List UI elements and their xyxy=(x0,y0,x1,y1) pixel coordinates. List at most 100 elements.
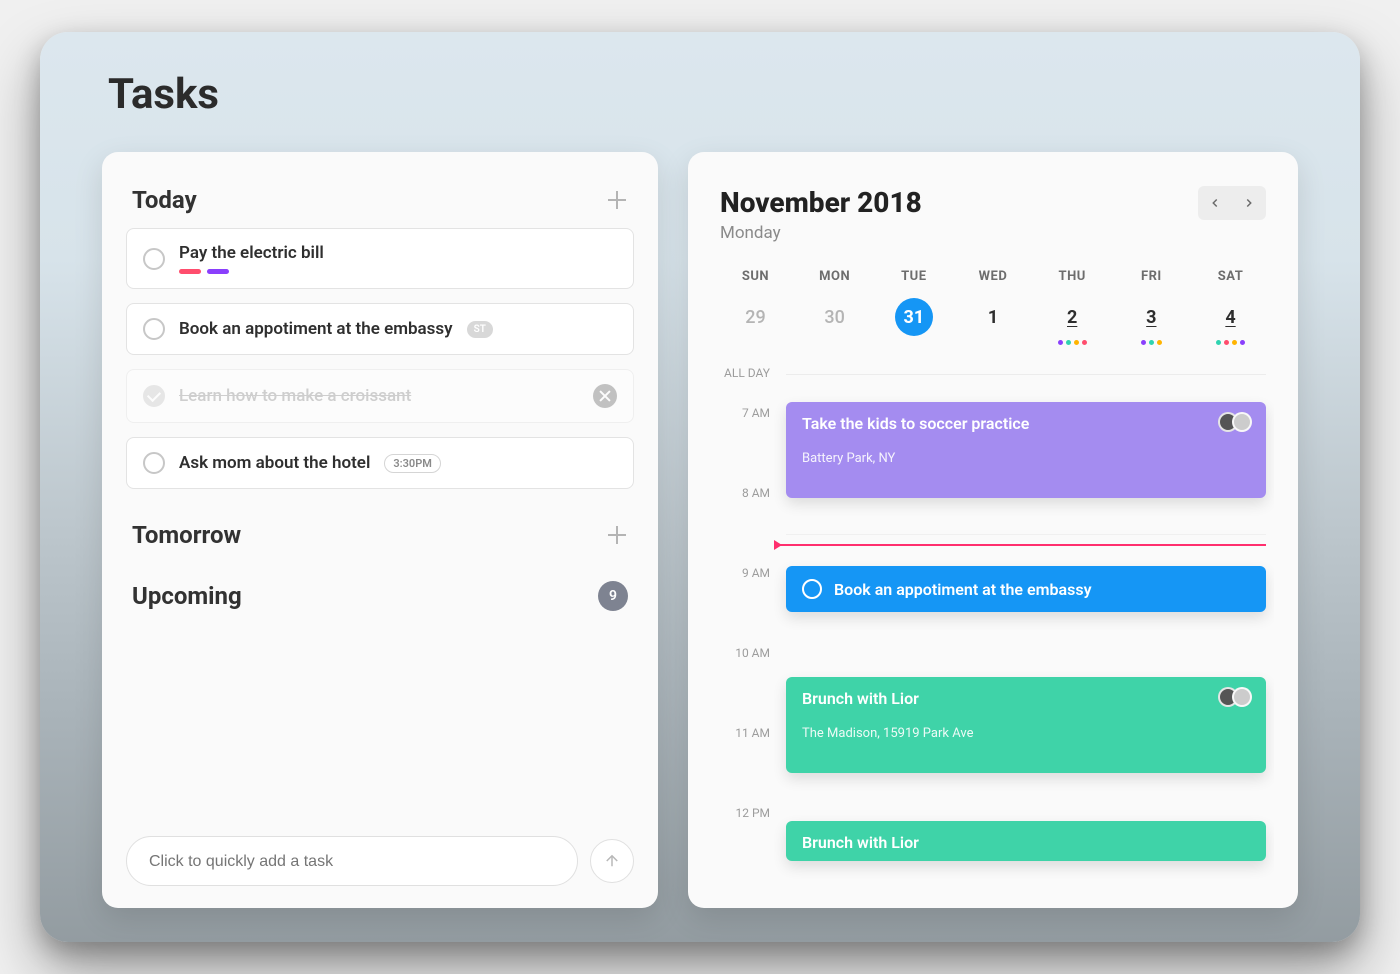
upcoming-header: Upcoming 9 xyxy=(126,581,634,625)
task-item[interactable]: Learn how to make a croissant xyxy=(126,369,634,423)
app-window: Tasks Today Pay the electric bill xyxy=(40,32,1360,942)
task-item[interactable]: Ask mom about the hotel 3:30PM xyxy=(126,437,634,489)
calendar-nav xyxy=(1198,186,1266,220)
date-number: 4 xyxy=(1212,298,1250,336)
calendar-title-block: November 2018 Monday xyxy=(720,186,922,243)
date-number: 30 xyxy=(816,298,854,336)
current-time-indicator xyxy=(774,544,1266,546)
event-dots xyxy=(1058,340,1087,344)
event-dot-icon xyxy=(1141,340,1146,345)
date-number: 31 xyxy=(895,298,933,336)
date-cell[interactable]: 30 xyxy=(799,298,870,344)
event-dot-icon xyxy=(1157,340,1162,345)
task-checkbox[interactable] xyxy=(143,248,165,270)
calendar-event[interactable]: Take the kids to soccer practice Battery… xyxy=(786,402,1266,498)
task-checkbox[interactable] xyxy=(143,318,165,340)
quick-add-input-wrap[interactable] xyxy=(126,836,578,886)
tomorrow-title: Tomorrow xyxy=(132,521,241,549)
task-time-pill: 3:30PM xyxy=(384,454,441,473)
calendar-title: November 2018 xyxy=(720,186,922,219)
hour-label: 9 AM xyxy=(712,566,770,580)
hour-label: 12 PM xyxy=(712,806,770,820)
task-text: Learn how to make a croissant xyxy=(179,386,411,406)
dow-label: WED xyxy=(958,269,1029,284)
date-number: 2 xyxy=(1053,298,1091,336)
event-dot-icon xyxy=(1058,340,1063,345)
avatar-icon xyxy=(1232,412,1252,432)
chevron-right-icon xyxy=(1242,196,1256,210)
hour-label: 10 AM xyxy=(712,646,770,660)
event-radio-icon xyxy=(802,579,822,599)
event-avatars xyxy=(1224,687,1252,707)
calendar-timeline[interactable]: ALL DAY 7 AM 8 AM 9 AM 10 AM 11 AM 12 PM… xyxy=(712,366,1274,886)
add-tomorrow-task-button[interactable] xyxy=(606,524,628,546)
event-dot-icon xyxy=(1149,340,1154,345)
calendar-subtitle: Monday xyxy=(720,223,922,243)
calendar-prev-button[interactable] xyxy=(1200,188,1230,218)
panels: Today Pay the electric bill Book an appo… xyxy=(102,152,1298,908)
event-dots xyxy=(1141,340,1162,344)
task-item[interactable]: Book an appotiment at the embassy ST xyxy=(126,303,634,355)
date-cell[interactable]: 4 xyxy=(1195,298,1266,344)
calendar-header: November 2018 Monday xyxy=(712,186,1274,243)
tag-color-icon xyxy=(207,269,229,274)
event-dot-icon xyxy=(1066,340,1071,345)
event-dot-icon xyxy=(1240,340,1245,345)
dow-label: SAT xyxy=(1195,269,1266,284)
page-title: Tasks xyxy=(108,70,219,119)
quick-add-input[interactable] xyxy=(149,853,555,871)
event-dots xyxy=(1216,340,1245,344)
event-dot-icon xyxy=(1216,340,1221,345)
event-location: Battery Park, NY xyxy=(802,451,1250,466)
dow-label: THU xyxy=(1037,269,1108,284)
quick-add-submit-button[interactable] xyxy=(590,839,634,883)
task-checkbox[interactable] xyxy=(143,385,165,407)
chevron-left-icon xyxy=(1208,196,1222,210)
date-cell[interactable]: 1 xyxy=(958,298,1029,344)
allday-label: ALL DAY xyxy=(712,366,770,380)
task-item[interactable]: Pay the electric bill xyxy=(126,228,634,289)
event-dot-icon xyxy=(1232,340,1237,345)
hour-label: 11 AM xyxy=(712,726,770,740)
arrow-up-icon xyxy=(603,852,621,870)
calendar-panel: November 2018 Monday SUN MON TUE WED T xyxy=(688,152,1298,908)
date-cell[interactable]: 31 xyxy=(878,298,949,344)
event-location: The Madison, 15919 Park Ave xyxy=(802,726,1250,741)
add-today-task-button[interactable] xyxy=(606,189,628,211)
task-text: Ask mom about the hotel xyxy=(179,453,370,473)
calendar-event[interactable]: Book an appotiment at the embassy xyxy=(786,566,1266,612)
task-tags xyxy=(179,269,324,274)
event-title: Book an appotiment at the embassy xyxy=(834,580,1092,599)
task-body: Pay the electric bill xyxy=(179,243,324,274)
divider xyxy=(786,374,1266,375)
day-of-week-row: SUN MON TUE WED THU FRI SAT xyxy=(712,269,1274,284)
task-text: Pay the electric bill xyxy=(179,243,324,263)
date-number: 1 xyxy=(974,298,1012,336)
quick-add-row xyxy=(126,818,634,886)
delete-task-button[interactable] xyxy=(593,384,617,408)
task-checkbox[interactable] xyxy=(143,452,165,474)
event-title: Take the kids to soccer practice xyxy=(802,414,1250,433)
calendar-next-button[interactable] xyxy=(1234,188,1264,218)
task-badge: ST xyxy=(467,321,493,338)
event-title: Brunch with Lior xyxy=(802,833,1250,852)
tomorrow-header: Tomorrow xyxy=(126,521,634,563)
event-dot-icon xyxy=(1074,340,1079,345)
calendar-event[interactable]: Brunch with Lior The Madison, 15919 Park… xyxy=(786,677,1266,773)
date-cell[interactable]: 29 xyxy=(720,298,791,344)
hour-label: 8 AM xyxy=(712,486,770,500)
date-cell[interactable]: 2 xyxy=(1037,298,1108,344)
event-dot-icon xyxy=(1082,340,1087,345)
date-cell[interactable]: 3 xyxy=(1116,298,1187,344)
event-avatars xyxy=(1224,412,1252,432)
date-number: 3 xyxy=(1132,298,1170,336)
calendar-event[interactable]: Brunch with Lior xyxy=(786,821,1266,861)
task-text: Book an appotiment at the embassy xyxy=(179,319,453,339)
today-title: Today xyxy=(132,186,197,214)
today-header: Today xyxy=(126,186,634,228)
dow-label: TUE xyxy=(878,269,949,284)
upcoming-count-badge: 9 xyxy=(598,581,628,611)
event-dot-icon xyxy=(1224,340,1229,345)
tag-color-icon xyxy=(179,269,201,274)
event-title: Brunch with Lior xyxy=(802,689,1250,708)
